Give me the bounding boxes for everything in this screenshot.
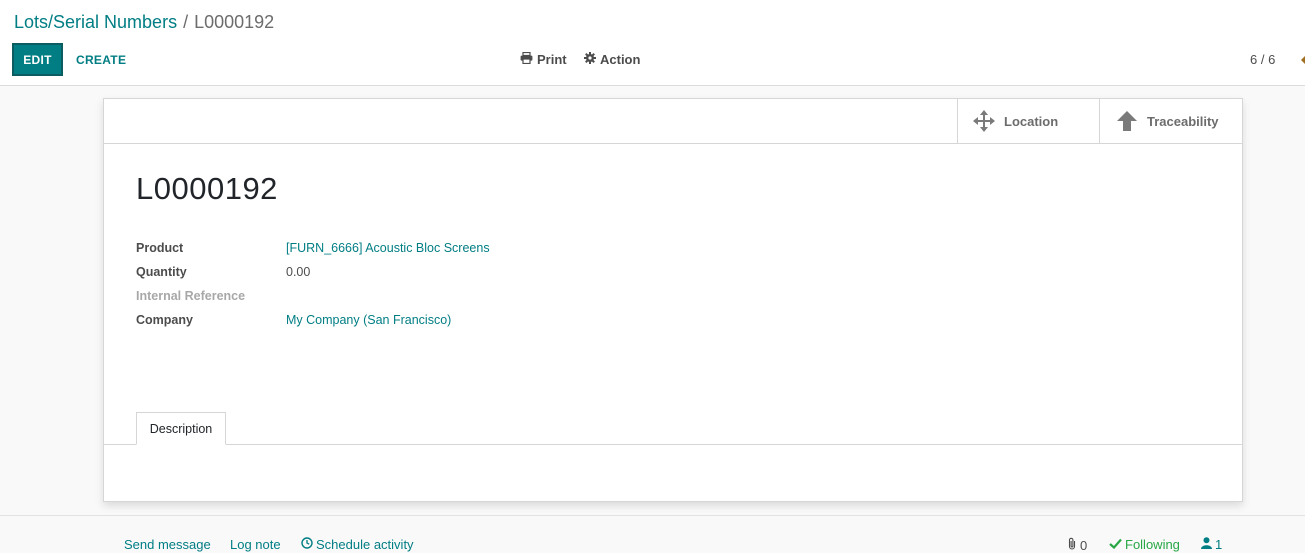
internal-reference-label: Internal Reference <box>136 289 246 303</box>
smart-button-box: Location Traceability <box>104 99 1242 144</box>
arrows-move-icon <box>973 110 995 132</box>
record-title: L0000192 <box>136 171 278 206</box>
attachments-button[interactable]: 0 <box>1067 537 1087 553</box>
print-icon <box>520 51 533 67</box>
action-label: Action <box>600 52 641 67</box>
company-value-link[interactable]: My Company (San Francisco) <box>286 313 451 327</box>
print-label: Print <box>537 52 567 67</box>
pager-value: 6 / 6 <box>1250 52 1276 67</box>
print-button[interactable]: Print <box>520 43 567 76</box>
pager-previous-icon[interactable] <box>1301 56 1305 64</box>
edit-button[interactable]: EDIT <box>12 43 63 76</box>
traceability-smart-button[interactable]: Traceability <box>1099 99 1242 143</box>
arrow-up-icon <box>1116 111 1138 131</box>
attachments-count: 0 <box>1080 537 1088 553</box>
chatter-divider <box>0 515 1305 516</box>
quantity-label: Quantity <box>136 265 187 279</box>
product-value-link[interactable]: [FURN_6666] Acoustic Bloc Screens <box>286 241 490 255</box>
control-panel: Lots/Serial Numbers / L0000192 EDIT CREATE… <box>0 0 1305 86</box>
breadcrumb-current: L0000192 <box>194 12 275 32</box>
breadcrumb: Lots/Serial Numbers / L0000192 <box>14 12 274 33</box>
tab-divider <box>104 444 1242 445</box>
company-label: Company <box>136 313 193 327</box>
create-button[interactable]: CREATE <box>76 43 126 76</box>
location-smart-button[interactable]: Location <box>957 99 1100 143</box>
tab-description[interactable]: Description <box>136 412 226 445</box>
breadcrumb-parent-link[interactable]: Lots/Serial Numbers <box>14 12 177 32</box>
traceability-label: Traceability <box>1147 113 1219 129</box>
quantity-value: 0.00 <box>286 265 311 279</box>
action-button[interactable]: Action <box>584 43 640 76</box>
paperclip-icon <box>1067 537 1077 553</box>
location-label: Location <box>1004 113 1059 129</box>
form-sheet: Location Traceability L0000192 Product [… <box>103 98 1243 502</box>
product-label: Product <box>136 241 184 255</box>
gear-icon <box>584 52 596 67</box>
breadcrumb-separator: / <box>183 12 189 32</box>
